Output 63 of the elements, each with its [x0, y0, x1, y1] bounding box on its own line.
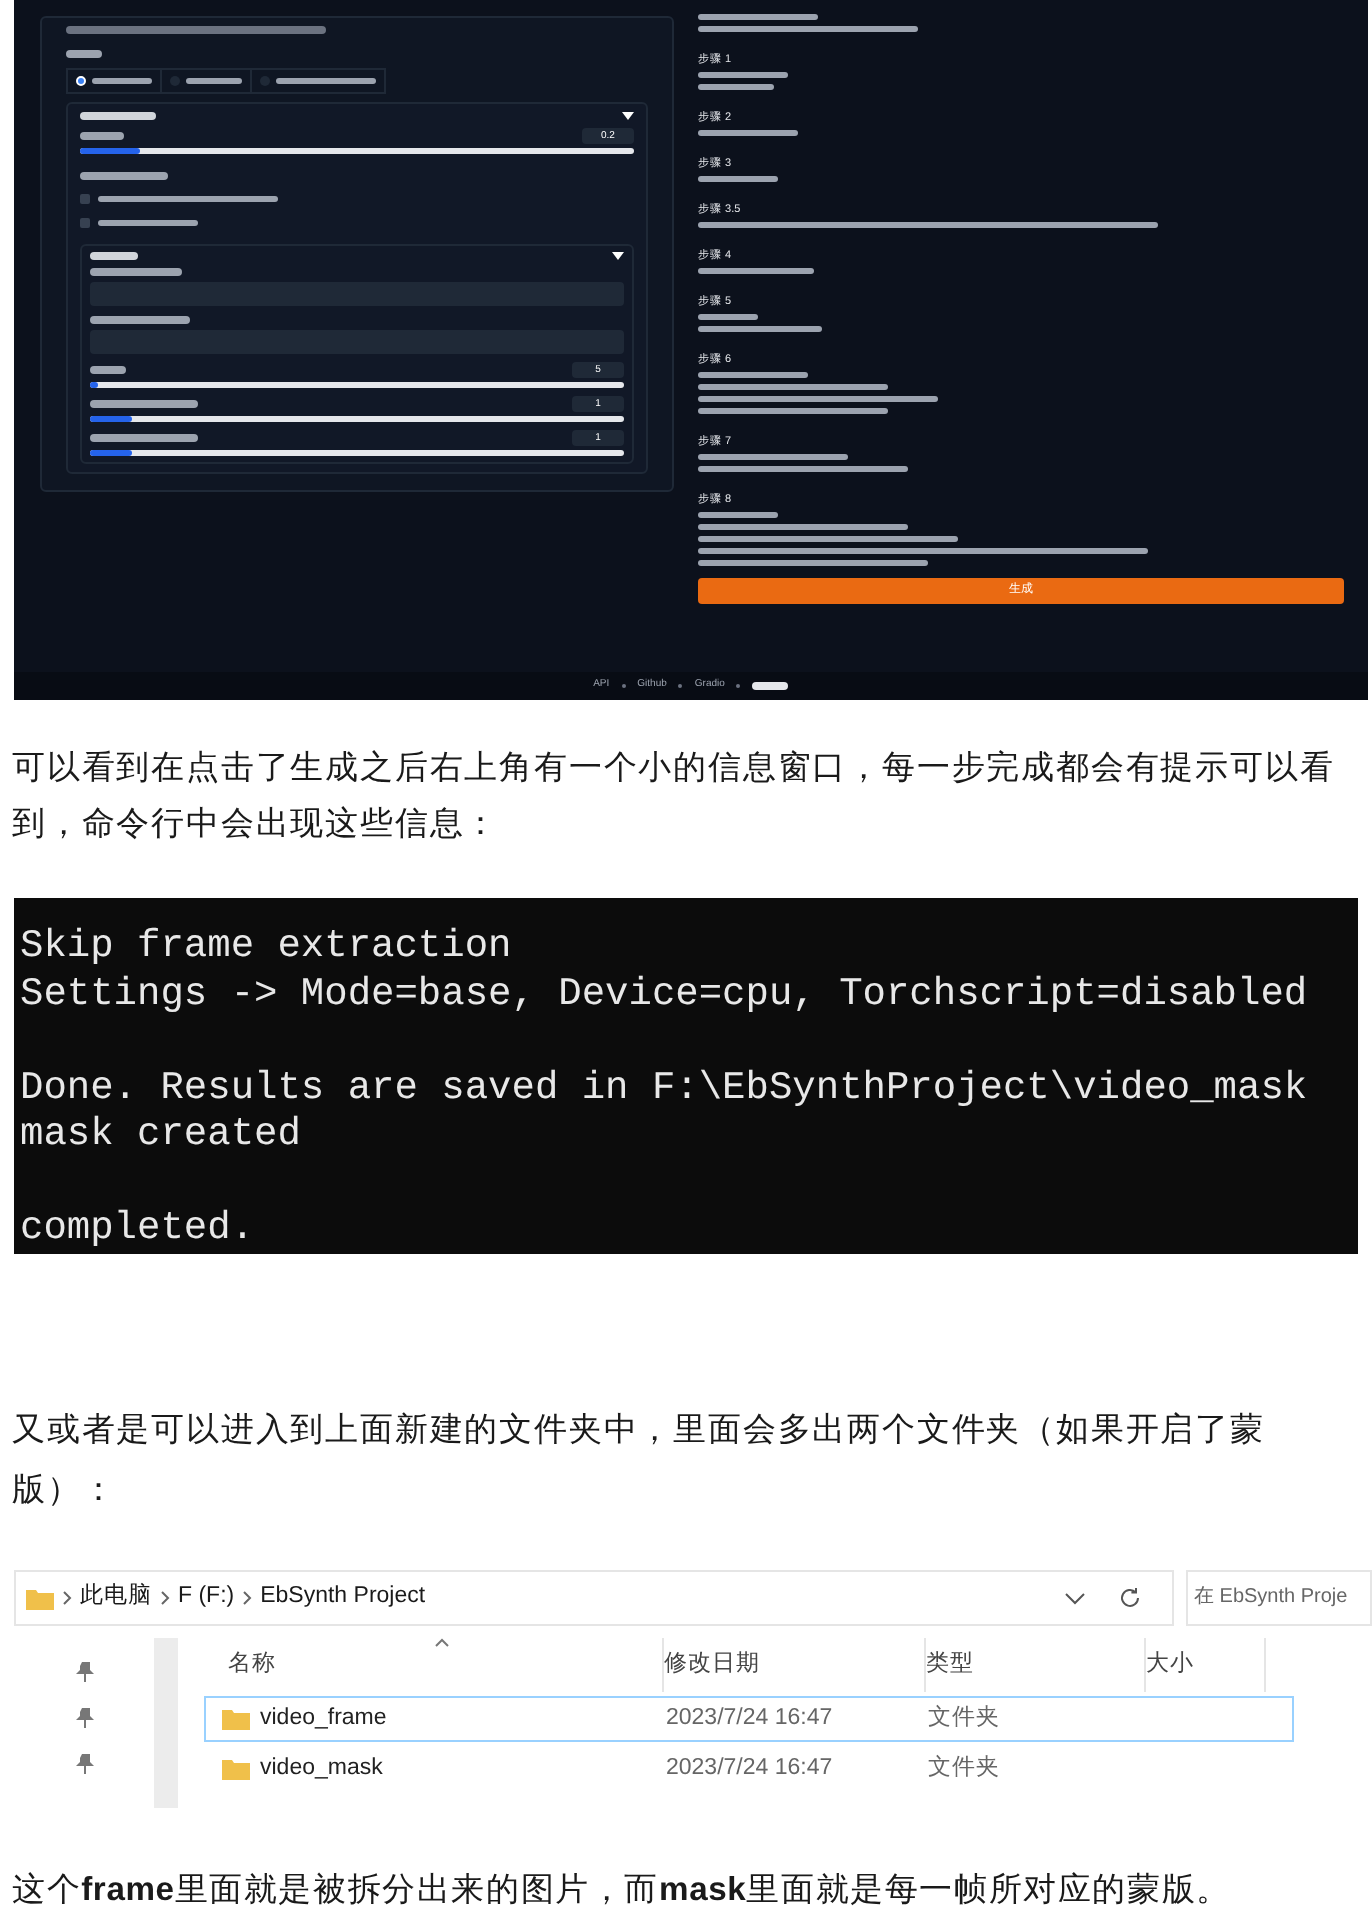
- blurred-text-line: [698, 512, 778, 518]
- blurred-text-line: [80, 132, 124, 140]
- address-bar[interactable]: 此电脑 F (F:) EbSynth Project: [14, 1570, 1174, 1626]
- blurred-text-line: [698, 326, 822, 332]
- blurred-text-line: [698, 268, 814, 274]
- blurred-text-line: [698, 130, 798, 136]
- pin-icon[interactable]: [75, 1708, 93, 1728]
- blurred-text-line: [66, 50, 102, 58]
- sort-icon[interactable]: [434, 1638, 450, 1648]
- file-date: 2023/7/24 16:47: [666, 1753, 835, 1784]
- file-row[interactable]: video_frame 2023/7/24 16:47 文件夹: [204, 1696, 1294, 1742]
- blurred-text-line: [698, 314, 758, 320]
- chevron-down-icon[interactable]: [1064, 1591, 1086, 1605]
- folder-icon: [222, 1758, 250, 1780]
- column-header[interactable]: 类型: [926, 1638, 1146, 1692]
- blurred-text-line: [90, 252, 138, 260]
- chevron-right-icon[interactable]: [62, 1590, 72, 1606]
- chevron-right-icon[interactable]: [160, 1590, 170, 1606]
- paragraph: 可以看到在点击了生成之后右上角有一个小的信息窗口，每一步完成都会有提示可以看到，命令行中会出现这些信息：: [10, 746, 1337, 846]
- file-name: video_mask: [260, 1753, 383, 1784]
- file-type: 文件夹: [928, 1703, 1002, 1734]
- collapse-icon[interactable]: [612, 252, 624, 260]
- blurred-text-line: [698, 14, 818, 20]
- file-row[interactable]: video_mask 2023/7/24 16:47 文件夹: [204, 1746, 1294, 1792]
- collapse-icon[interactable]: [622, 112, 634, 120]
- checkbox[interactable]: [80, 194, 90, 204]
- column-header[interactable]: 修改日期: [664, 1638, 926, 1692]
- slider[interactable]: [80, 148, 634, 154]
- blurred-text-line: [90, 268, 182, 276]
- file-name: video_frame: [260, 1703, 387, 1734]
- column-header[interactable]: 名称: [204, 1638, 664, 1692]
- blurred-text-line: [698, 72, 788, 78]
- blurred-text-line: [90, 366, 126, 374]
- blurred-text-line: [698, 372, 808, 378]
- breadcrumb-item[interactable]: 此电脑: [80, 1580, 152, 1616]
- blurred-text-line: [698, 176, 778, 182]
- file-type: 文件夹: [928, 1753, 1002, 1784]
- terminal-output: Skip frame extraction Settings -> Mode=base, Device=cpu, Torchscript=disabled Done. Results are saved in F:\EbSynthProject\video_mask mask created completed.: [14, 898, 1358, 1254]
- slider[interactable]: [90, 382, 624, 388]
- blurred-text-line: [80, 172, 168, 180]
- paragraph: 这个frame里面就是被拆分出来的图片，而mask里面就是每一帧所对应的蒙版。: [10, 1868, 1233, 1912]
- blurred-text-line: [80, 112, 156, 120]
- blurred-text-line: [698, 84, 774, 90]
- paragraph: 又或者是可以进入到上面新建的文件夹中，里面会多出两个文件夹（如果开启了蒙版）：: [10, 1408, 1267, 1512]
- folder-icon: [26, 1587, 54, 1609]
- blurred-text-line: [90, 434, 198, 442]
- breadcrumb-item[interactable]: F (F:): [178, 1580, 235, 1616]
- slider[interactable]: [90, 416, 624, 422]
- pin-icon[interactable]: [75, 1754, 93, 1774]
- blurred-text-line: [98, 220, 198, 226]
- pin-icon[interactable]: [75, 1662, 93, 1682]
- checkbox[interactable]: [80, 218, 90, 228]
- refresh-icon[interactable]: [1118, 1586, 1142, 1610]
- blurred-text-line: [90, 316, 190, 324]
- folder-icon: [222, 1708, 250, 1730]
- chevron-right-icon[interactable]: [242, 1590, 253, 1606]
- column-header[interactable]: 大小: [1146, 1638, 1266, 1692]
- file-date: 2023/7/24 16:47: [666, 1703, 835, 1734]
- blurred-text-line: [90, 400, 198, 408]
- slider[interactable]: [90, 450, 624, 456]
- search-field[interactable]: 在 EbSynth Proje: [1186, 1570, 1372, 1626]
- blurred-text-line: [752, 682, 789, 690]
- breadcrumb-item[interactable]: EbSynth Project: [260, 1580, 426, 1616]
